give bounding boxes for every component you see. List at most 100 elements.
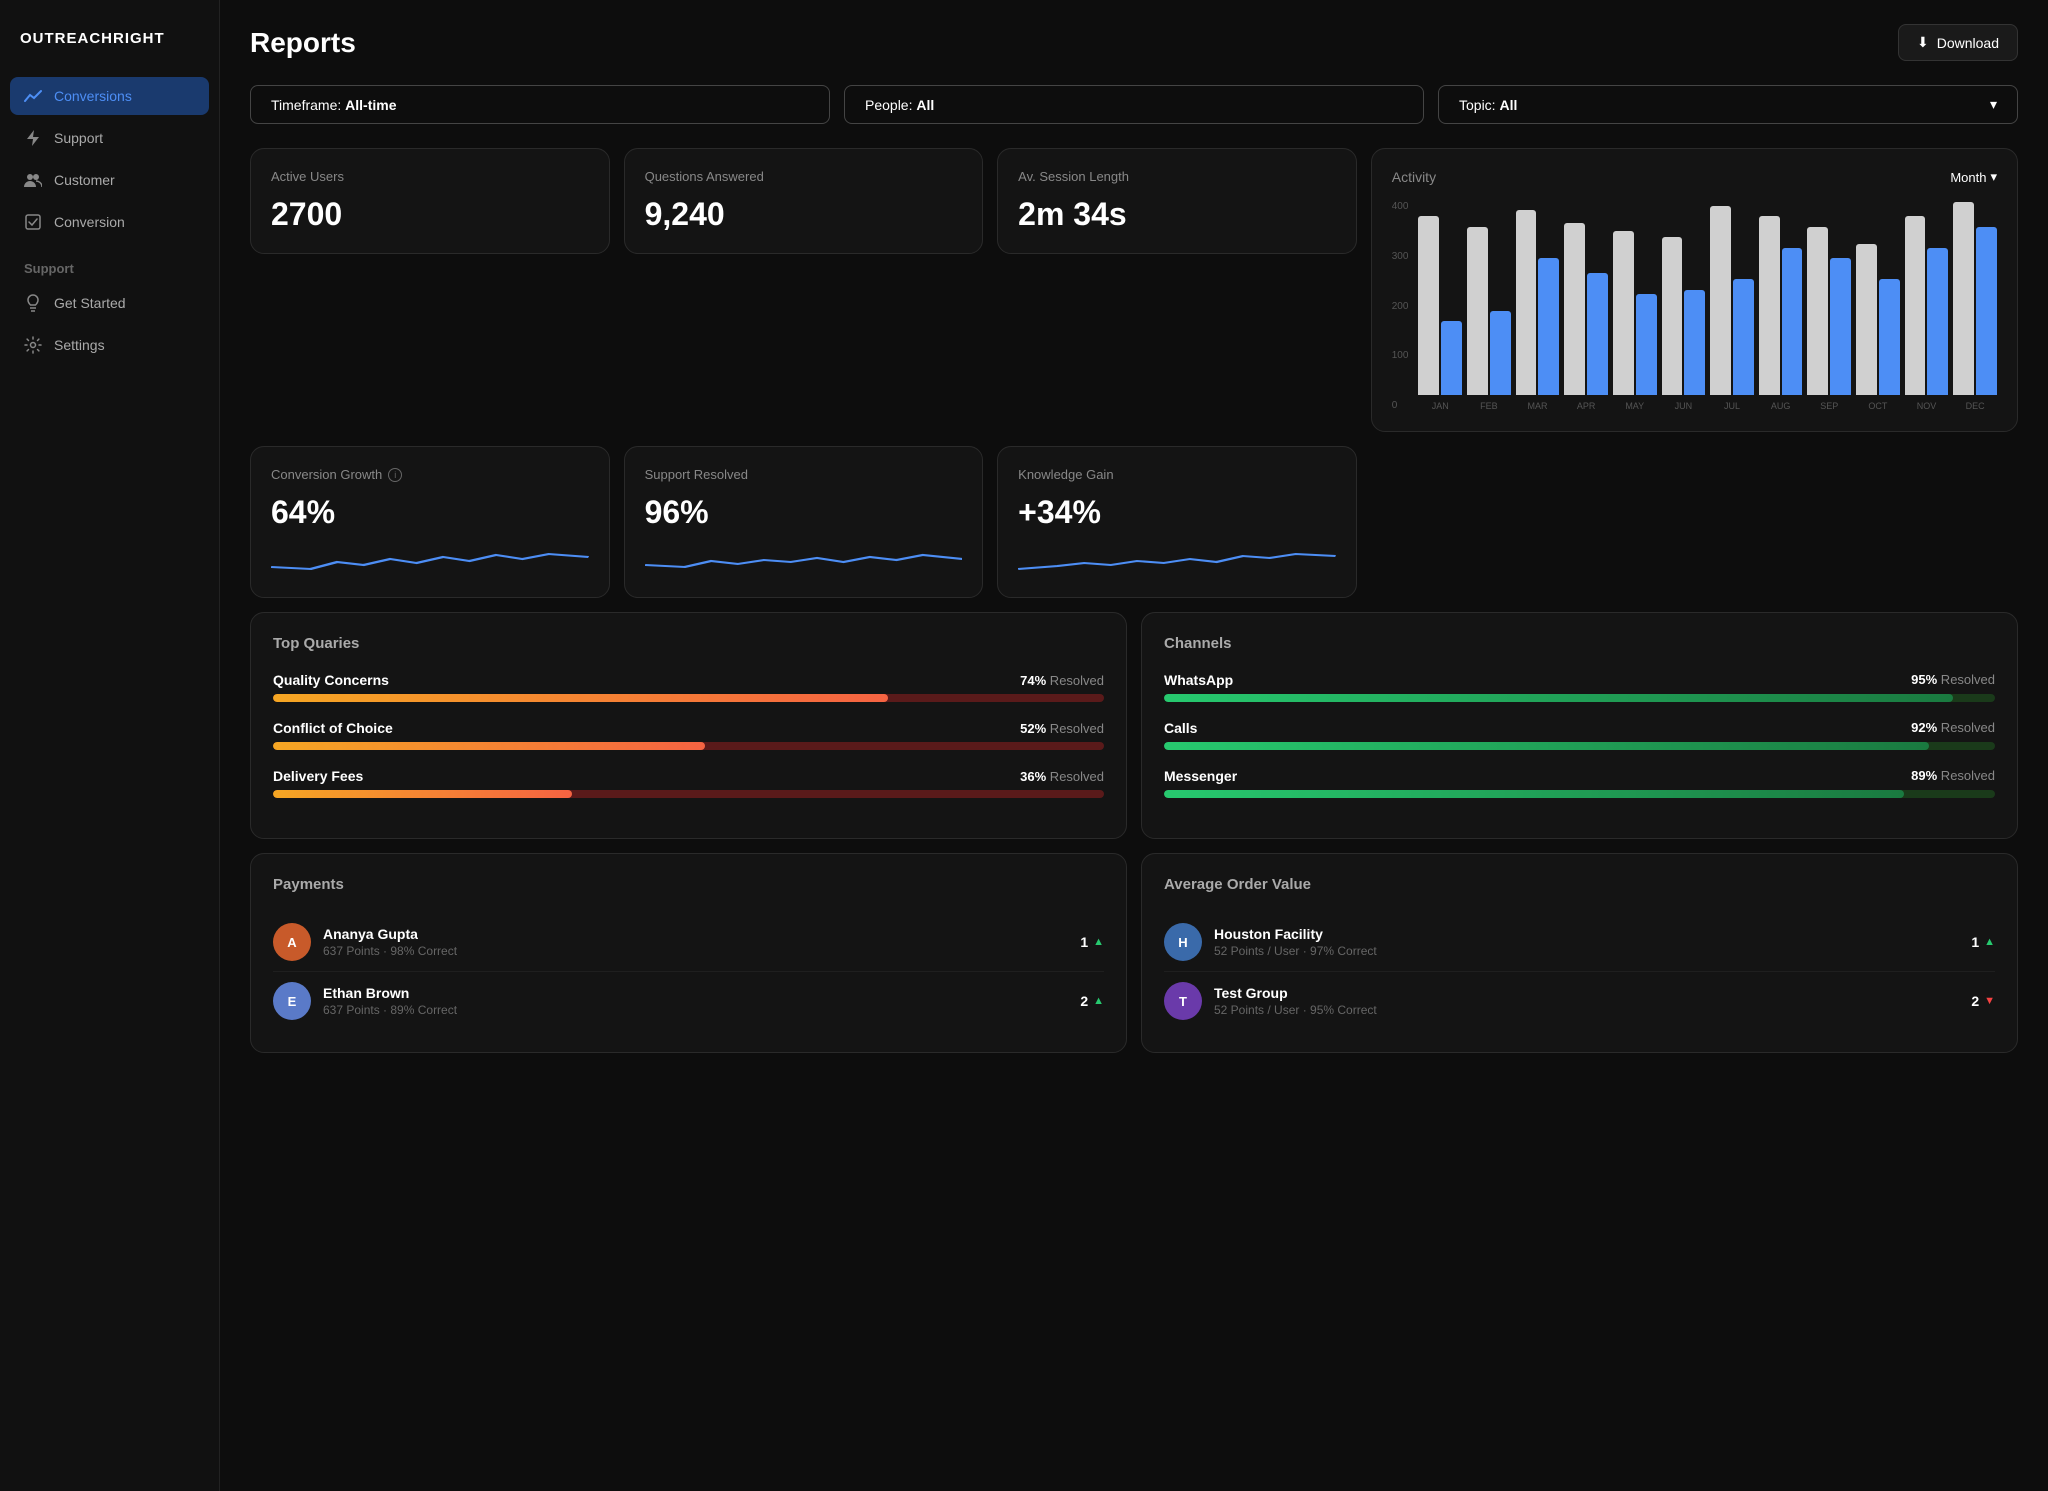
topic-filter[interactable]: Topic: All ▾ (1438, 85, 2018, 124)
rank-badge: 1 ▲ (1080, 934, 1104, 950)
top-queries-panel: Top Quaries Quality Concerns 74% Resolve… (250, 612, 1127, 839)
person-name: Ananya Gupta (323, 926, 1068, 942)
arrow-down-icon: ▼ (1984, 995, 1995, 1007)
chart-icon (24, 87, 42, 105)
query-resolved: 36% Resolved (1020, 769, 1104, 784)
bar-group (1564, 223, 1608, 395)
bar-group (1418, 216, 1462, 395)
aov-item: H Houston Facility 52 Points / User · 97… (1164, 913, 1995, 972)
month-selector[interactable]: Month ▾ (1950, 169, 1997, 185)
active-users-label: Active Users (271, 169, 589, 184)
x-label: JAN (1418, 401, 1462, 411)
bar-white (1953, 202, 1974, 395)
sidebar-item-label: Conversions (54, 88, 132, 104)
bar-white (1467, 227, 1488, 395)
channel-resolved: 92% Resolved (1911, 720, 1995, 736)
x-label: MAR (1516, 401, 1560, 411)
bar-group (1710, 206, 1754, 395)
bar-group (1467, 227, 1511, 395)
x-label: FEB (1467, 401, 1511, 411)
sidebar-item-conversions[interactable]: Conversions (10, 77, 209, 115)
rank-badge: 2 ▼ (1971, 993, 1995, 1009)
y-label-200: 200 (1392, 301, 1409, 312)
sidebar-item-conversion[interactable]: Conversion (10, 203, 209, 241)
channel-item: WhatsApp 95% Resolved (1164, 672, 1995, 702)
sidebar-item-get-started[interactable]: Get Started (10, 284, 209, 322)
bar-blue (1733, 279, 1754, 395)
bar-blue (1927, 248, 1948, 395)
bar-blue (1490, 311, 1511, 395)
payments-list: A Ananya Gupta 637 Points · 98% Correct … (273, 913, 1104, 1030)
progress-fill (273, 742, 705, 750)
y-label-300: 300 (1392, 251, 1409, 262)
bar-group (1662, 237, 1706, 395)
payments-title: Payments (273, 876, 1104, 893)
channel-fill (1164, 790, 1904, 798)
chart-bars-container (1418, 201, 1997, 395)
people-filter[interactable]: People: All (844, 85, 1424, 124)
person-info: Houston Facility 52 Points / User · 97% … (1214, 926, 1959, 958)
average-order-title: Average Order Value (1164, 876, 1995, 893)
chevron-down-icon: ▾ (1990, 96, 1997, 113)
bar-group (1613, 231, 1657, 395)
chart-container: 400 300 200 100 0 JANFEBMARAPRMAYJUNJULA… (1392, 201, 1997, 411)
support-resolved-label: Support Resolved (645, 467, 963, 482)
channel-item: Calls 92% Resolved (1164, 720, 1995, 750)
bar-white (1516, 210, 1537, 395)
channel-track (1164, 742, 1995, 750)
query-item: Conflict of Choice 52% Resolved (273, 720, 1104, 750)
channel-name: WhatsApp (1164, 672, 1233, 688)
brand-logo: OUTREACHRIGHT (0, 20, 219, 77)
sidebar-item-customer[interactable]: Customer (10, 161, 209, 199)
knowledge-gain-value: +34% (1018, 494, 1336, 531)
bar-white (1564, 223, 1585, 395)
x-label: APR (1564, 401, 1608, 411)
questions-answered-card: Questions Answered 9,240 (624, 148, 984, 254)
checklist-icon (24, 213, 42, 231)
support-resolved-value: 96% (645, 494, 963, 531)
sidebar-item-label: Get Started (54, 295, 126, 311)
progress-track (273, 790, 1104, 798)
info-icon: i (388, 468, 402, 482)
person-info: Ananya Gupta 637 Points · 98% Correct (323, 926, 1068, 958)
main-content: Reports ⬇ Download Timeframe: All-time P… (220, 0, 2048, 1491)
rank-badge: 1 ▲ (1971, 934, 1995, 950)
conversion-growth-sparkline (271, 547, 589, 577)
av-session-card: Av. Session Length 2m 34s (997, 148, 1357, 254)
sidebar-item-label: Settings (54, 337, 105, 353)
bar-blue (1976, 227, 1997, 395)
people-icon (24, 171, 42, 189)
sidebar-support-nav: Get Started Settings (0, 284, 219, 364)
channel-resolved: 89% Resolved (1911, 768, 1995, 784)
query-resolved: 74% Resolved (1020, 673, 1104, 688)
avatar: E (273, 982, 311, 1020)
channel-item: Messenger 89% Resolved (1164, 768, 1995, 798)
channel-track (1164, 790, 1995, 798)
person-sub: 52 Points / User · 95% Correct (1214, 1003, 1959, 1017)
channels-title: Channels (1164, 635, 1995, 652)
download-icon: ⬇ (1917, 34, 1929, 51)
y-label-100: 100 (1392, 350, 1409, 361)
av-session-value: 2m 34s (1018, 196, 1336, 233)
person-sub: 637 Points · 89% Correct (323, 1003, 1068, 1017)
sidebar-item-support[interactable]: Support (10, 119, 209, 157)
top-queries-list: Quality Concerns 74% Resolved Conflict o… (273, 672, 1104, 798)
query-name: Quality Concerns (273, 672, 389, 688)
sidebar-item-settings[interactable]: Settings (10, 326, 209, 364)
knowledge-gain-card: Knowledge Gain +34% (997, 446, 1357, 598)
bar-blue (1538, 258, 1559, 395)
timeframe-filter[interactable]: Timeframe: All-time (250, 85, 830, 124)
channel-resolved: 95% Resolved (1911, 672, 1995, 688)
arrow-up-icon: ▲ (1093, 995, 1104, 1007)
download-button[interactable]: ⬇ Download (1898, 24, 2018, 61)
top-queries-title: Top Quaries (273, 635, 1104, 652)
person-item: A Ananya Gupta 637 Points · 98% Correct … (273, 913, 1104, 972)
bar-white (1710, 206, 1731, 395)
rank-number: 1 (1971, 934, 1979, 950)
rank-number: 2 (1971, 993, 1979, 1009)
bar-white (1418, 216, 1439, 395)
bar-blue (1636, 294, 1657, 395)
rank-badge: 2 ▲ (1080, 993, 1104, 1009)
progress-track (273, 694, 1104, 702)
support-resolved-sparkline (645, 547, 963, 577)
